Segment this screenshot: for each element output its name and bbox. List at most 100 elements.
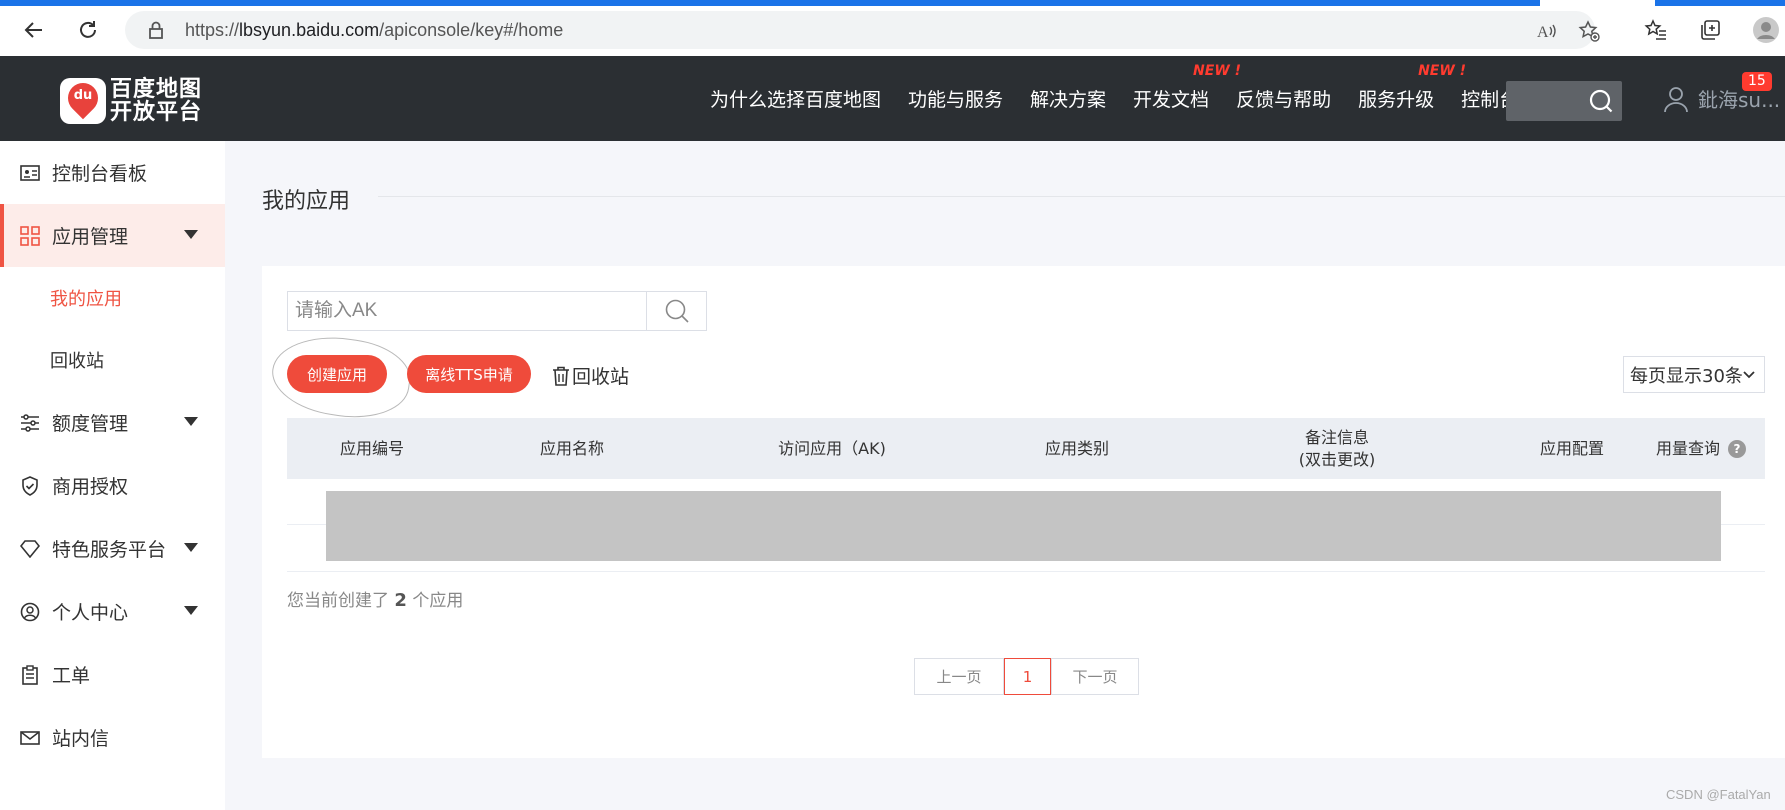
nav-item-solutions[interactable]: 解决方案: [1030, 85, 1106, 112]
caret-down-icon: [184, 417, 198, 426]
redacted-table-rows: [326, 491, 1721, 561]
title-divider: [378, 196, 1785, 197]
recycle-bin-link[interactable]: 回收站: [552, 362, 629, 389]
nav-item-docs[interactable]: NEW ! 开发文档: [1133, 63, 1241, 112]
search-icon: [665, 299, 689, 323]
profile-button[interactable]: [1752, 16, 1780, 44]
logo-line1: 百度地图: [110, 77, 203, 102]
offline-tts-button[interactable]: 离线TTS申请: [407, 355, 531, 393]
column-header-ak: 访问应用（AK): [778, 438, 886, 458]
sidebar-item-label: 商用授权: [52, 476, 129, 498]
recycle-bin-label: 回收站: [572, 366, 630, 388]
column-header-remarks: 备注信息 (双击更改): [1272, 418, 1402, 479]
favorites-icon: [1644, 19, 1666, 40]
svg-text:A: A: [1537, 24, 1549, 41]
sidebar-item-label: 站内信: [52, 728, 110, 750]
page-title: 我的应用: [262, 189, 351, 214]
add-favorite-icon[interactable]: [1577, 19, 1601, 43]
caret-down-icon: [184, 230, 198, 239]
next-page-button[interactable]: 下一页: [1051, 658, 1139, 695]
column-header-app-type: 应用类别: [1044, 438, 1109, 458]
browser-tab-strip: [1655, 0, 1785, 6]
sidebar-item-label: 特色服务平台: [52, 539, 167, 561]
ak-search-input[interactable]: [288, 292, 646, 330]
nav-item-upgrade[interactable]: NEW ! 服务升级: [1358, 63, 1466, 112]
back-button[interactable]: [18, 14, 50, 46]
watermark: CSDN @FatalYan: [1666, 787, 1771, 802]
nav-label: 反馈与帮助: [1236, 89, 1332, 111]
new-badge: NEW !: [1193, 63, 1242, 79]
caret-down-icon: [184, 543, 198, 552]
nav-label: 为什么选择百度地图: [710, 89, 882, 111]
sidebar-item-personal-center[interactable]: 个人中心: [0, 580, 225, 643]
user-circle-icon: [20, 602, 40, 622]
remarks-label: 备注信息: [1304, 427, 1369, 447]
count-value: 2: [394, 590, 407, 611]
sidebar-item-label: 个人中心: [52, 602, 129, 624]
arrow-left-icon: [24, 22, 42, 38]
page-size-select[interactable]: 每页显示30条: [1623, 356, 1765, 393]
usage-label: 用量查询: [1655, 438, 1720, 458]
sidebar-item-commercial-license[interactable]: 商用授权: [0, 454, 225, 517]
sidebar-item-tickets[interactable]: 工单: [0, 643, 225, 706]
nav-item-feedback[interactable]: 反馈与帮助: [1236, 85, 1331, 112]
sidebar-item-label: 工单: [52, 665, 91, 687]
trash-icon: [553, 366, 569, 386]
reload-icon: [80, 21, 96, 38]
app-count-summary: 您当前创建了 2 个应用: [287, 586, 463, 611]
profile-avatar-icon: [1753, 17, 1779, 43]
column-header-usage: 用量查询 ?: [1637, 418, 1765, 479]
sidebar-item-label: 额度管理: [52, 413, 129, 435]
user-icon: [1664, 86, 1688, 112]
caret-down-icon: [184, 606, 198, 615]
nav-label: 功能与服务: [908, 89, 1004, 111]
search-icon: [1589, 89, 1613, 113]
logo-du-text: du: [73, 88, 93, 103]
sidebar-item-messages[interactable]: 站内信: [0, 706, 225, 769]
table-header: 应用编号 应用名称 访问应用（AK) 应用类别 备注信息 (双击更改) 应用配置…: [287, 418, 1765, 479]
grid-icon: [20, 225, 40, 246]
nav-item-why-baidu[interactable]: 为什么选择百度地图: [710, 85, 881, 112]
address-bar[interactable]: https://lbsyun.baidu.com/apiconsole/key#…: [125, 11, 1600, 49]
new-badge: NEW !: [1418, 63, 1467, 79]
site-header: du 百度地图 开放平台 为什么选择百度地图 功能与服务 解决方案 NEW ! 开…: [0, 56, 1785, 141]
mail-icon: [20, 728, 40, 748]
sidebar-subitem-my-apps[interactable]: 我的应用: [0, 267, 225, 329]
column-header-app-config: 应用配置: [1539, 438, 1604, 458]
page-size-value: 每页显示30条: [1630, 365, 1743, 387]
sidebar-item-label: 控制台看板: [52, 163, 148, 185]
sidebar: 控制台看板 应用管理 我的应用 回收站 额度管理 商用授权 特色服务平台 个人中…: [0, 141, 225, 810]
help-icon[interactable]: ?: [1728, 439, 1746, 458]
sidebar-subitem-recycle-bin[interactable]: 回收站: [0, 329, 225, 391]
nav-item-features[interactable]: 功能与服务: [908, 85, 1003, 112]
nav-label: 解决方案: [1030, 89, 1107, 111]
diamond-icon: [20, 539, 40, 559]
sidebar-item-quota[interactable]: 额度管理: [0, 391, 225, 454]
clipboard-icon: [20, 664, 40, 685]
logo-badge: du: [60, 76, 106, 124]
nav-label: 开发文档: [1133, 89, 1210, 111]
logo-text: 百度地图 开放平台: [110, 78, 202, 124]
sliders-icon: [20, 413, 40, 433]
header-search-box[interactable]: [1506, 81, 1622, 121]
prev-page-button[interactable]: 上一页: [914, 658, 1004, 695]
main-nav: 为什么选择百度地图 功能与服务 解决方案 NEW ! 开发文档 反馈与帮助 NEW…: [710, 56, 1545, 141]
id-card-icon: [20, 163, 40, 183]
browser-toolbar: https://lbsyun.baidu.com/apiconsole/key#…: [0, 0, 1785, 56]
site-logo[interactable]: du 百度地图 开放平台: [60, 76, 202, 124]
ak-search-button[interactable]: [646, 292, 706, 330]
favorites-button[interactable]: [1642, 16, 1670, 44]
sidebar-item-label: 应用管理: [52, 226, 129, 248]
page-1-button[interactable]: 1: [1004, 658, 1051, 695]
sidebar-item-special-services[interactable]: 特色服务平台: [0, 517, 225, 580]
chevron-down-icon: [1743, 371, 1755, 379]
notification-badge[interactable]: 15: [1742, 72, 1772, 91]
count-prefix: 您当前创建了: [287, 591, 389, 611]
reload-button[interactable]: [72, 14, 104, 46]
sidebar-item-app-management[interactable]: 应用管理: [0, 204, 225, 267]
column-header-app-name: 应用名称: [539, 438, 604, 458]
read-aloud-icon[interactable]: A: [1535, 19, 1559, 43]
collections-button[interactable]: [1696, 16, 1724, 44]
sidebar-item-dashboard[interactable]: 控制台看板: [0, 141, 225, 204]
shield-check-icon: [20, 475, 40, 496]
